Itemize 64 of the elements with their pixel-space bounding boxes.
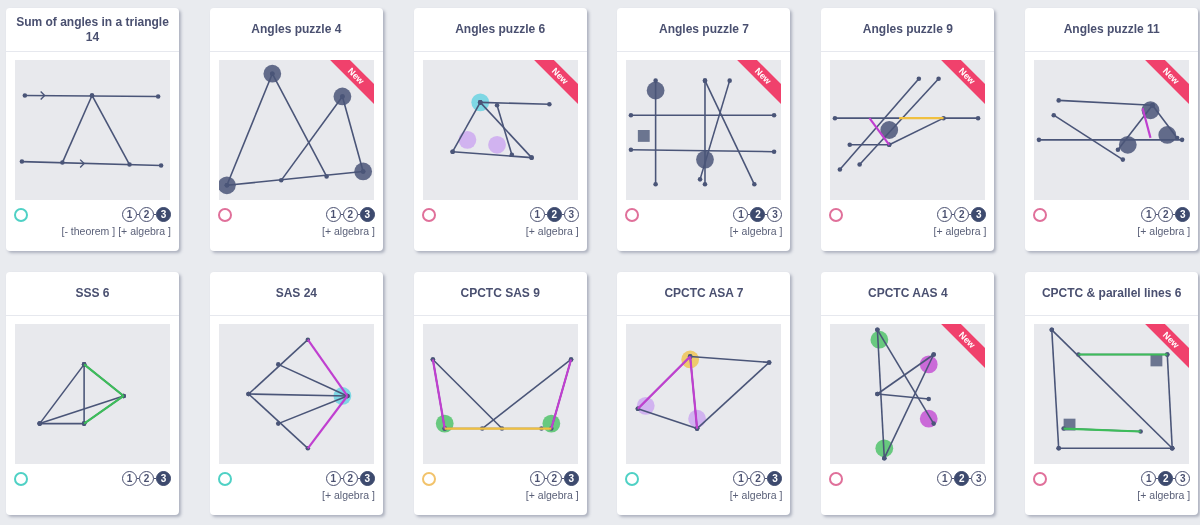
tag-label[interactable]: [+ algebra ] bbox=[525, 224, 579, 240]
card-title: Angles puzzle 4 bbox=[251, 22, 342, 37]
difficulty-level[interactable]: 2 bbox=[139, 471, 154, 486]
problem-card[interactable]: SAS 24 1 2 3 [+ algebra ] bbox=[209, 272, 383, 515]
card-title: CPCTC AAS 4 bbox=[868, 286, 948, 301]
card-title: CPCTC & parallel lines 6 bbox=[1041, 286, 1182, 301]
card-title: CPCTC SAS 9 bbox=[460, 286, 540, 301]
tag-label[interactable]: [+ algebra ] bbox=[322, 488, 375, 504]
difficulty-level[interactable]: 3 bbox=[971, 207, 987, 222]
card-title: SSS 6 bbox=[75, 286, 110, 301]
difficulty-level[interactable]: 2 bbox=[750, 207, 766, 222]
card-title: Angles puzzle 6 bbox=[455, 22, 546, 37]
tag-label[interactable]: [- theorem ] bbox=[61, 224, 116, 240]
difficulty-level[interactable]: 1 bbox=[733, 471, 749, 486]
difficulty-level[interactable]: 3 bbox=[156, 207, 171, 222]
difficulty-level[interactable]: 3 bbox=[1175, 207, 1191, 222]
difficulty-level[interactable]: 1 bbox=[325, 207, 341, 222]
tag-label[interactable]: [+ algebra ] bbox=[118, 224, 171, 240]
card-title: Angles puzzle 7 bbox=[658, 22, 749, 37]
difficulty-level[interactable]: 3 bbox=[359, 471, 375, 486]
difficulty-level[interactable]: 3 bbox=[156, 471, 171, 486]
card-title: SAS 24 bbox=[275, 286, 317, 301]
problem-card[interactable]: Sum of angles in a triangle 14 1 2 3 [- theorem ] [+ algebra ] bbox=[6, 8, 179, 251]
difficulty-level[interactable]: 1 bbox=[937, 471, 953, 486]
difficulty-level[interactable]: 3 bbox=[767, 207, 783, 222]
difficulty-level[interactable]: 1 bbox=[325, 471, 341, 486]
tag-label[interactable]: [+ algebra ] bbox=[322, 224, 375, 240]
difficulty-level[interactable]: 1 bbox=[529, 471, 545, 486]
difficulty-level[interactable]: 3 bbox=[971, 471, 987, 486]
difficulty-level[interactable]: 1 bbox=[122, 471, 137, 486]
difficulty-level[interactable]: 3 bbox=[563, 471, 579, 486]
tag-label[interactable]: [+ algebra ] bbox=[1137, 488, 1191, 504]
difficulty-level[interactable]: 2 bbox=[546, 207, 562, 222]
card-title: CPCTC ASA 7 bbox=[664, 286, 744, 301]
difficulty-level[interactable]: 2 bbox=[342, 207, 358, 222]
difficulty-level[interactable]: 2 bbox=[750, 471, 766, 486]
difficulty-level[interactable]: 1 bbox=[529, 207, 545, 222]
difficulty-level[interactable]: 2 bbox=[546, 471, 562, 486]
difficulty-level[interactable]: 2 bbox=[1158, 207, 1174, 222]
difficulty-level[interactable]: 1 bbox=[733, 207, 749, 222]
difficulty-level[interactable]: 1 bbox=[122, 207, 137, 222]
problem-card[interactable]: CPCTC SAS 9 1 2 3 [+ algebra ] bbox=[413, 272, 587, 515]
difficulty-level[interactable]: 3 bbox=[563, 207, 579, 222]
card-title: Sum of angles in a triangle 14 bbox=[15, 14, 170, 45]
difficulty-level[interactable]: 2 bbox=[139, 207, 154, 222]
difficulty-level[interactable]: 2 bbox=[342, 471, 358, 486]
difficulty-level[interactable]: 3 bbox=[359, 207, 375, 222]
tag-label[interactable]: [+ algebra ] bbox=[1137, 224, 1191, 240]
difficulty-level[interactable]: 1 bbox=[1141, 471, 1157, 486]
tag-label[interactable]: [+ algebra ] bbox=[525, 488, 579, 504]
difficulty-level[interactable]: 2 bbox=[954, 207, 970, 222]
problem-card[interactable]: SSS 6 1 2 3 bbox=[6, 272, 179, 515]
difficulty-level[interactable]: 3 bbox=[1175, 471, 1191, 486]
difficulty-level[interactable]: 3 bbox=[767, 471, 783, 486]
difficulty-level[interactable]: 2 bbox=[954, 471, 970, 486]
tag-label[interactable]: [+ algebra ] bbox=[729, 224, 783, 240]
problem-card[interactable]: CPCTC ASA 7 1 2 3 [+ algebra ] bbox=[617, 272, 791, 515]
card-title: Angles puzzle 9 bbox=[862, 22, 953, 37]
card-title: Angles puzzle 11 bbox=[1063, 22, 1160, 37]
tag-label[interactable]: [+ algebra ] bbox=[729, 488, 783, 504]
difficulty-level[interactable]: 1 bbox=[937, 207, 953, 222]
difficulty-level[interactable]: 2 bbox=[1158, 471, 1174, 486]
tag-label[interactable]: [+ algebra ] bbox=[933, 224, 987, 240]
difficulty-level[interactable]: 1 bbox=[1141, 207, 1157, 222]
